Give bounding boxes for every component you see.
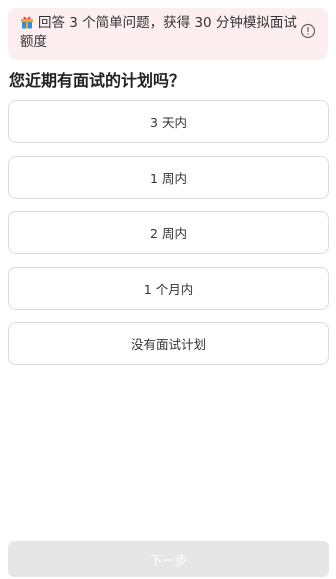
option-2-weeks[interactable]: 2 周内: [8, 211, 329, 254]
promo-banner-text: 回答 3 个简单问题，获得 30 分钟模拟面试额度: [20, 15, 297, 50]
promo-banner: 回答 3 个简单问题，获得 30 分钟模拟面试额度: [8, 8, 328, 60]
next-button[interactable]: 下一步: [8, 541, 329, 577]
option-3-days[interactable]: 3 天内: [8, 100, 329, 143]
option-1-month[interactable]: 1 个月内: [8, 266, 329, 310]
page: 回答 3 个简单问题，获得 30 分钟模拟面试额度 您近期有面试的计划吗？ 3 …: [0, 0, 336, 579]
option-no-plan[interactable]: 没有面试计划: [8, 322, 329, 365]
option-list: 3 天内 1 周内 2 周内 1 个月内 没有面试计划: [8, 100, 329, 378]
promo-banner-text-wrap: 回答 3 个简单问题，获得 30 分钟模拟面试额度: [20, 14, 298, 52]
question-title: 您近期有面试的计划吗？: [9, 71, 186, 90]
option-1-week[interactable]: 1 周内: [8, 155, 329, 199]
gift-icon: [21, 16, 33, 29]
info-circle-icon[interactable]: [300, 23, 316, 39]
